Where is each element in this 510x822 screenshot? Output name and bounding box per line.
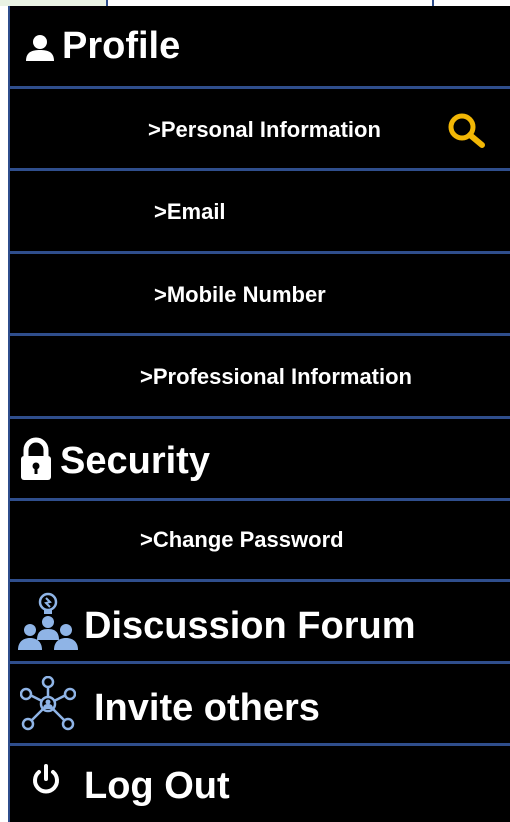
search-icon[interactable]	[446, 111, 488, 149]
menu-section-log-out-label: Log Out	[84, 765, 230, 807]
menu-section-discussion-forum-label: Discussion Forum	[84, 605, 416, 647]
menu-section-profile-label: Profile	[62, 25, 181, 67]
network-icon	[20, 676, 76, 731]
menu-item-label: >Personal Information	[148, 117, 381, 142]
menu-section-security[interactable]: Security	[10, 419, 510, 501]
lock-icon	[21, 437, 51, 480]
menu-section-invite-others[interactable]: Invite others	[10, 664, 510, 746]
menu-item-label: >Email	[154, 199, 226, 224]
menu-item-change-password[interactable]: >Change Password	[10, 501, 510, 582]
menu-item-label: >Mobile Number	[154, 282, 326, 307]
menu-item-mobile-number[interactable]: >Mobile Number	[10, 254, 510, 336]
menu-item-label: >Change Password	[140, 527, 344, 552]
user-icon	[26, 35, 54, 61]
power-icon	[33, 764, 59, 794]
menu-item-personal-information[interactable]: >Personal Information	[10, 89, 510, 171]
menu-item-professional-information[interactable]: >Professional Information	[10, 336, 510, 419]
side-menu: Profile >Personal Information >Email >Mo…	[8, 6, 510, 822]
menu-section-invite-others-label: Invite others	[94, 687, 320, 729]
group-idea-icon	[18, 592, 78, 650]
menu-section-log-out[interactable]: Log Out	[10, 746, 510, 822]
menu-section-profile[interactable]: Profile	[10, 6, 510, 89]
menu-item-email[interactable]: >Email	[10, 171, 510, 254]
menu-section-security-label: Security	[60, 440, 210, 482]
menu-item-label: >Professional Information	[140, 364, 412, 389]
menu-section-discussion-forum[interactable]: Discussion Forum	[10, 582, 510, 664]
